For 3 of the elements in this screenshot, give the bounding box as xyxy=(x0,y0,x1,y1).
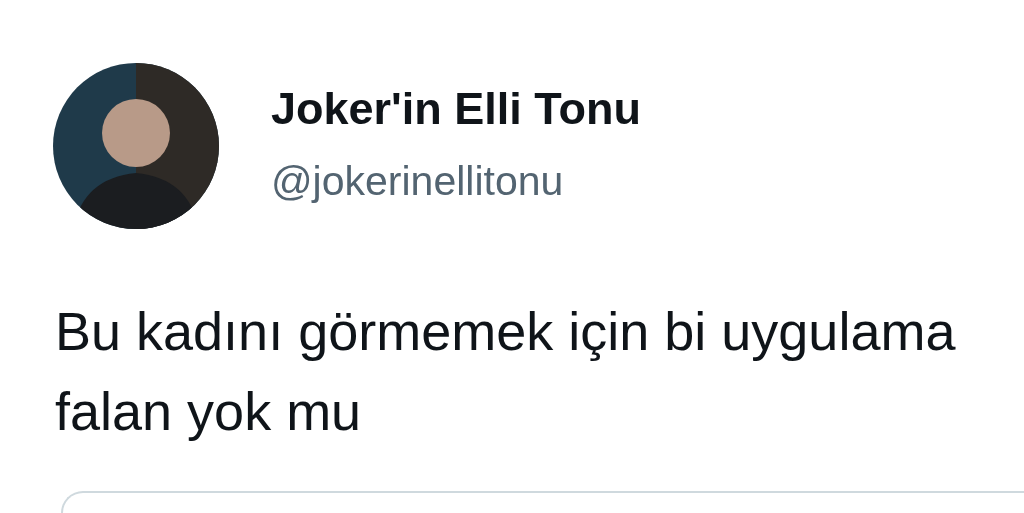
author-name: Joker'in Elli Tonu xyxy=(271,83,641,135)
tweet-text: Bu kadını görmemek için bi uygulama falan yok mu xyxy=(55,300,957,443)
author-handle: @jokerinellitonu xyxy=(271,157,565,205)
